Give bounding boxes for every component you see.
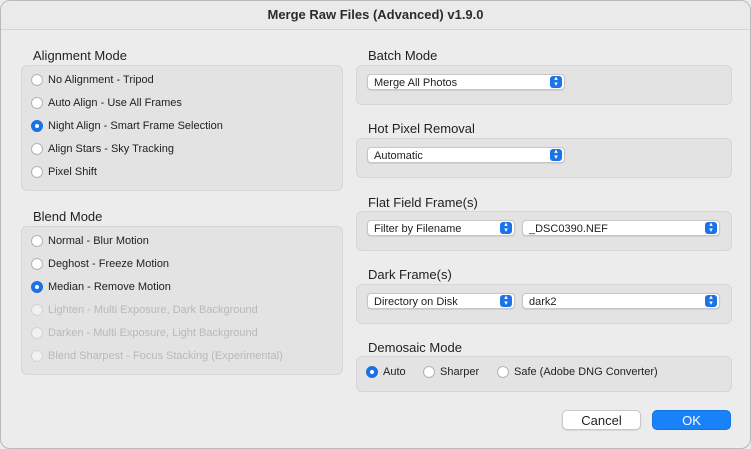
radio-demosaic-auto[interactable]: Auto [366, 366, 406, 378]
radio-label: Align Stars - Sky Tracking [48, 143, 174, 155]
radio-normal-blur[interactable]: Normal - Blur Motion [31, 235, 149, 247]
chevron-updown-icon: ▴ ▾ [500, 221, 512, 234]
dialog-window: Merge Raw Files (Advanced) v1.9.0 Alignm… [0, 0, 751, 449]
radio-label: Sharper [440, 366, 480, 378]
radio-indicator [423, 366, 435, 378]
radio-label: Lighten - Multi Exposure, Dark Backgroun… [48, 304, 258, 316]
select-value: Merge All Photos [374, 77, 458, 89]
radio-label: Auto [383, 366, 406, 378]
radio-indicator [31, 304, 43, 316]
flat-field-title: Flat Field Frame(s) [368, 195, 478, 210]
radio-label: Auto Align - Use All Frames [48, 97, 182, 109]
radio-indicator [31, 143, 43, 155]
radio-deghost[interactable]: Deghost - Freeze Motion [31, 258, 169, 270]
radio-median[interactable]: Median - Remove Motion [31, 281, 171, 293]
radio-label: Deghost - Freeze Motion [48, 258, 170, 270]
radio-indicator [31, 350, 43, 362]
radio-pixel-shift[interactable]: Pixel Shift [31, 166, 97, 178]
chevron-updown-icon: ▴ ▾ [500, 294, 512, 307]
radio-indicator [497, 366, 509, 378]
radio-label: Darken - Multi Exposure, Light Backgroun… [48, 327, 258, 339]
batch-mode-title: Batch Mode [368, 48, 438, 63]
radio-indicator-selected [31, 281, 43, 293]
radio-indicator-selected [366, 366, 378, 378]
radio-label: Night Align - Smart Frame Selection [48, 120, 223, 132]
radio-label: Median - Remove Motion [48, 281, 171, 293]
radio-indicator [31, 235, 43, 247]
chevron-updown-icon: ▴ ▾ [705, 221, 717, 234]
radio-label: Normal - Blur Motion [48, 235, 149, 247]
radio-label: No Alignment - Tripod [48, 74, 154, 86]
chevron-updown-icon: ▴ ▾ [705, 294, 717, 307]
radio-blend-sharpest: Blend Sharpest - Focus Stacking (Experim… [31, 350, 283, 362]
radio-indicator [31, 74, 43, 86]
radio-no-alignment[interactable]: No Alignment - Tripod [31, 74, 154, 86]
radio-demosaic-sharper[interactable]: Sharper [423, 366, 479, 378]
batch-mode-select[interactable]: Merge All Photos ▴ ▾ [367, 74, 565, 90]
dark-frame-source-select[interactable]: Directory on Disk ▴ ▾ [367, 293, 515, 309]
window-title: Merge Raw Files (Advanced) v1.9.0 [1, 1, 750, 30]
radio-demosaic-safe[interactable]: Safe (Adobe DNG Converter) [497, 366, 658, 378]
dark-frame-title: Dark Frame(s) [368, 267, 452, 282]
blend-mode-title: Blend Mode [33, 209, 103, 224]
radio-darken: Darken - Multi Exposure, Light Backgroun… [31, 327, 258, 339]
radio-indicator-selected [31, 120, 43, 132]
flat-field-file-select[interactable]: _DSC0390.NEF ▴ ▾ [522, 220, 720, 236]
hot-pixel-select[interactable]: Automatic ▴ ▾ [367, 147, 565, 163]
radio-indicator [31, 258, 43, 270]
radio-align-stars[interactable]: Align Stars - Sky Tracking [31, 143, 174, 155]
alignment-mode-title: Alignment Mode [33, 48, 127, 63]
flat-field-source-select[interactable]: Filter by Filename ▴ ▾ [367, 220, 515, 236]
radio-indicator [31, 97, 43, 109]
radio-lighten: Lighten - Multi Exposure, Dark Backgroun… [31, 304, 258, 316]
radio-label: Safe (Adobe DNG Converter) [514, 366, 658, 378]
select-value: Automatic [374, 150, 423, 162]
ok-button[interactable]: OK [652, 410, 731, 430]
chevron-updown-icon: ▴ ▾ [550, 148, 562, 161]
select-value: _DSC0390.NEF [529, 223, 608, 235]
radio-indicator [31, 166, 43, 178]
select-value: Directory on Disk [374, 296, 458, 308]
chevron-updown-icon: ▴ ▾ [550, 75, 562, 88]
radio-night-align[interactable]: Night Align - Smart Frame Selection [31, 120, 223, 132]
select-value: dark2 [529, 296, 557, 308]
radio-indicator [31, 327, 43, 339]
radio-auto-align[interactable]: Auto Align - Use All Frames [31, 97, 182, 109]
radio-label: Pixel Shift [48, 166, 97, 178]
hot-pixel-title: Hot Pixel Removal [368, 121, 475, 136]
demosaic-mode-title: Demosaic Mode [368, 340, 462, 355]
dark-frame-dir-select[interactable]: dark2 ▴ ▾ [522, 293, 720, 309]
select-value: Filter by Filename [374, 223, 462, 235]
cancel-button[interactable]: Cancel [562, 410, 641, 430]
radio-label: Blend Sharpest - Focus Stacking (Experim… [48, 350, 283, 362]
